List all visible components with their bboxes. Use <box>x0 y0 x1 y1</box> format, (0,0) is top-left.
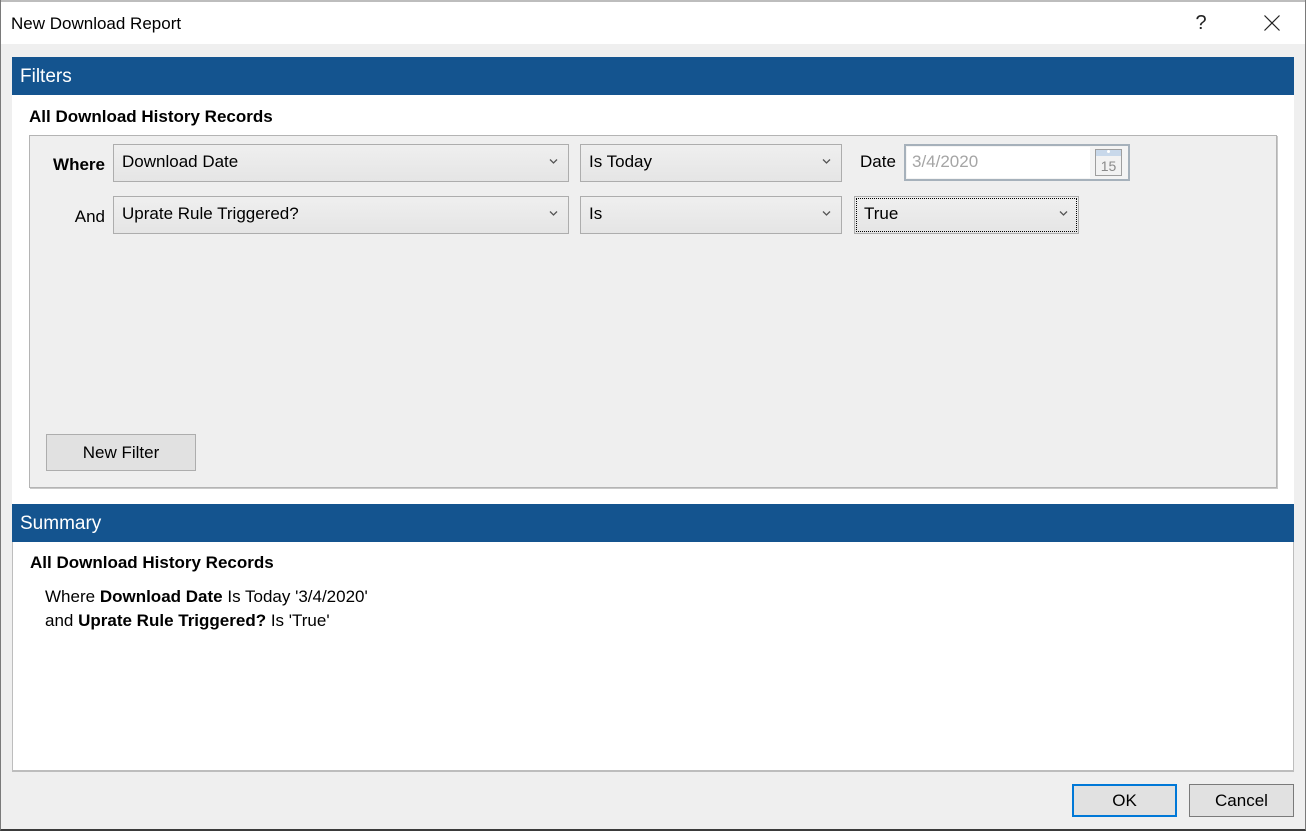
filters-group-title: All Download History Records <box>29 107 273 126</box>
summary-section-header: Summary <box>12 504 1294 542</box>
summary-section: All Download History Records Where Downl… <box>12 542 1294 772</box>
filter-row-2-field-value: Uprate Rule Triggered? <box>122 204 299 223</box>
new-download-report-dialog: New Download Report ? Filters All Downlo… <box>0 0 1306 831</box>
filter-row-1-field-select[interactable]: Download Date <box>113 144 569 182</box>
filter-row-2-operator-value: Is <box>589 204 603 223</box>
filter-row-1-date-picker[interactable]: 3/4/2020 15 <box>904 144 1130 181</box>
filter-row-2-operator-select[interactable]: Is <box>580 196 842 234</box>
summary-line: Where Download Date Is Today '3/4/2020' <box>45 587 368 606</box>
filter-row-1-value-label: Date <box>860 152 896 171</box>
calendar-icon[interactable]: 15 <box>1095 149 1122 176</box>
new-filter-button[interactable]: New Filter <box>46 434 196 471</box>
filter-row-2-value-select[interactable]: True <box>854 196 1079 234</box>
filter-row-1-connector: Where <box>53 155 105 174</box>
date-input[interactable]: 3/4/2020 <box>907 147 1090 178</box>
filters-section: All Download History Records Where Downl… <box>12 95 1294 504</box>
ok-button[interactable]: OK <box>1072 784 1177 817</box>
chevron-down-icon <box>1059 211 1068 216</box>
help-button[interactable]: ? <box>1181 2 1221 44</box>
filter-panel: Where Download Date Is Today Date 3/4/20… <box>29 135 1277 488</box>
filters-section-header: Filters <box>12 57 1294 95</box>
summary-line: and Uprate Rule Triggered? Is 'True' <box>45 611 330 630</box>
filter-row-1-operator-select[interactable]: Is Today <box>580 144 842 182</box>
chevron-down-icon <box>822 159 831 164</box>
close-x-icon <box>1264 15 1280 31</box>
chevron-down-icon <box>549 211 558 216</box>
summary-header-label: Summary <box>20 513 102 534</box>
summary-field: Download Date <box>99 587 223 606</box>
filter-row-1-operator-value: Is Today <box>589 152 653 171</box>
close-button[interactable] <box>1247 2 1297 44</box>
chevron-down-icon <box>822 211 831 216</box>
question-mark-icon: ? <box>1195 12 1207 34</box>
filter-row-2-value: True <box>864 204 899 223</box>
filter-row-1-field-value: Download Date <box>122 152 239 171</box>
chevron-down-icon <box>549 159 558 164</box>
summary-field: Uprate Rule Triggered? <box>78 611 267 630</box>
summary-group-title: All Download History Records <box>30 553 274 572</box>
dialog-title: New Download Report <box>11 14 182 33</box>
title-bar: New Download Report ? <box>1 2 1305 44</box>
filters-header-label: Filters <box>20 66 72 87</box>
filter-row-2-field-select[interactable]: Uprate Rule Triggered? <box>113 196 569 234</box>
cancel-button[interactable]: Cancel <box>1189 784 1294 817</box>
filter-row-2-connector: And <box>74 207 105 226</box>
